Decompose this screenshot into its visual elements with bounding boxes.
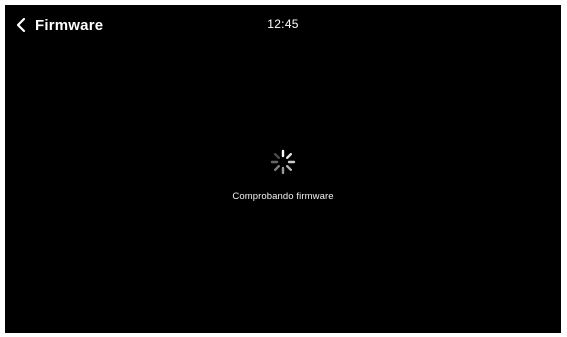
clock: 12:45 xyxy=(267,17,299,31)
top-bar: Firmware 12:45 xyxy=(5,5,561,45)
status-text: Comprobando firmware xyxy=(232,191,334,202)
loading-spinner-icon xyxy=(270,149,296,175)
firmware-screen: Firmware 12:45 Comprobando firmware xyxy=(5,5,561,333)
loading-panel: Comprobando firmware xyxy=(5,147,561,202)
